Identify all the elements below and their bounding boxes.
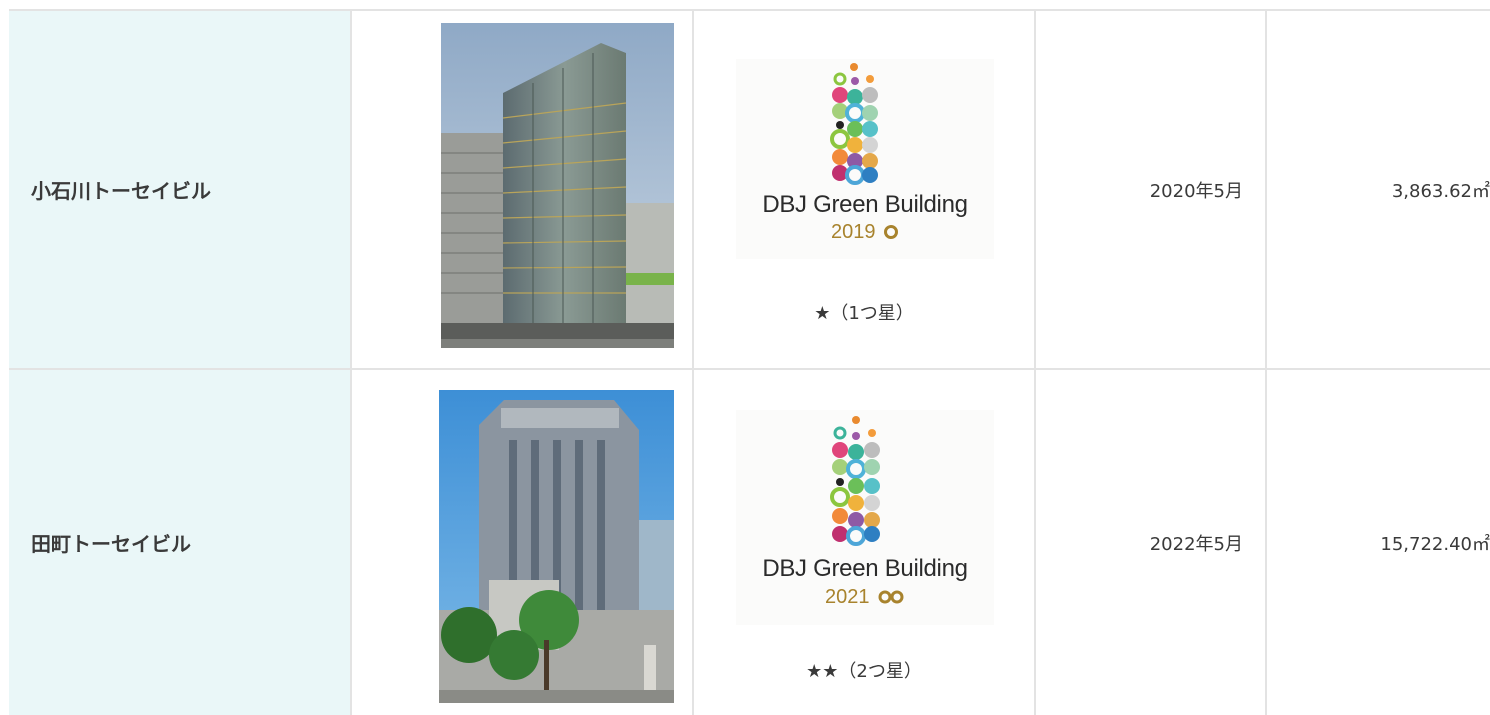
star-rating: ★（1つ星） xyxy=(814,303,914,324)
certification-date-cell: 2020年5月 xyxy=(1036,11,1267,368)
building-photo xyxy=(441,23,674,348)
property-photo-cell xyxy=(352,11,694,368)
infinity-icon xyxy=(878,590,904,604)
dbj-green-building-logo: DBJ Green Building 2019 xyxy=(736,59,994,259)
floor-area: 15,722.40㎡ xyxy=(1380,533,1490,555)
certification-date: 2022年5月 xyxy=(1149,533,1243,555)
certification-cell: DBJ Green Building 2021 ★★（2つ星） xyxy=(694,370,1036,715)
property-photo-cell xyxy=(352,370,694,715)
dbj-green-building-logo: DBJ Green Building 2021 xyxy=(736,410,994,625)
logo-year: 2021 xyxy=(736,586,994,609)
floor-area: 3,863.62㎡ xyxy=(1391,180,1490,202)
property-name-cell: 田町トーセイビル xyxy=(9,370,352,715)
logo-wordmark: DBJ Green Building xyxy=(762,191,968,218)
logo-wordmark: DBJ Green Building xyxy=(762,555,968,582)
property-name: 田町トーセイビル xyxy=(31,532,191,556)
table-row: 小石川トーセイビル DBJ Green Building 2019 ★（1つ星）… xyxy=(9,9,1490,368)
logo-year: 2019 xyxy=(736,221,994,244)
property-name-cell: 小石川トーセイビル xyxy=(9,11,352,368)
floor-area-cell: 15,722.40㎡ xyxy=(1267,370,1490,715)
certification-date-cell: 2022年5月 xyxy=(1036,370,1267,715)
certification-cell: DBJ Green Building 2019 ★（1つ星） xyxy=(694,11,1036,368)
table-row: 田町トーセイビル DBJ Green Building 2021 ★★（2つ星）… xyxy=(9,368,1490,715)
building-photo xyxy=(439,390,674,703)
ring-icon xyxy=(884,225,899,239)
floor-area-cell: 3,863.62㎡ xyxy=(1267,11,1490,368)
property-name: 小石川トーセイビル xyxy=(31,179,211,203)
star-rating: ★★（2つ星） xyxy=(806,661,922,682)
certification-date: 2020年5月 xyxy=(1149,180,1243,202)
